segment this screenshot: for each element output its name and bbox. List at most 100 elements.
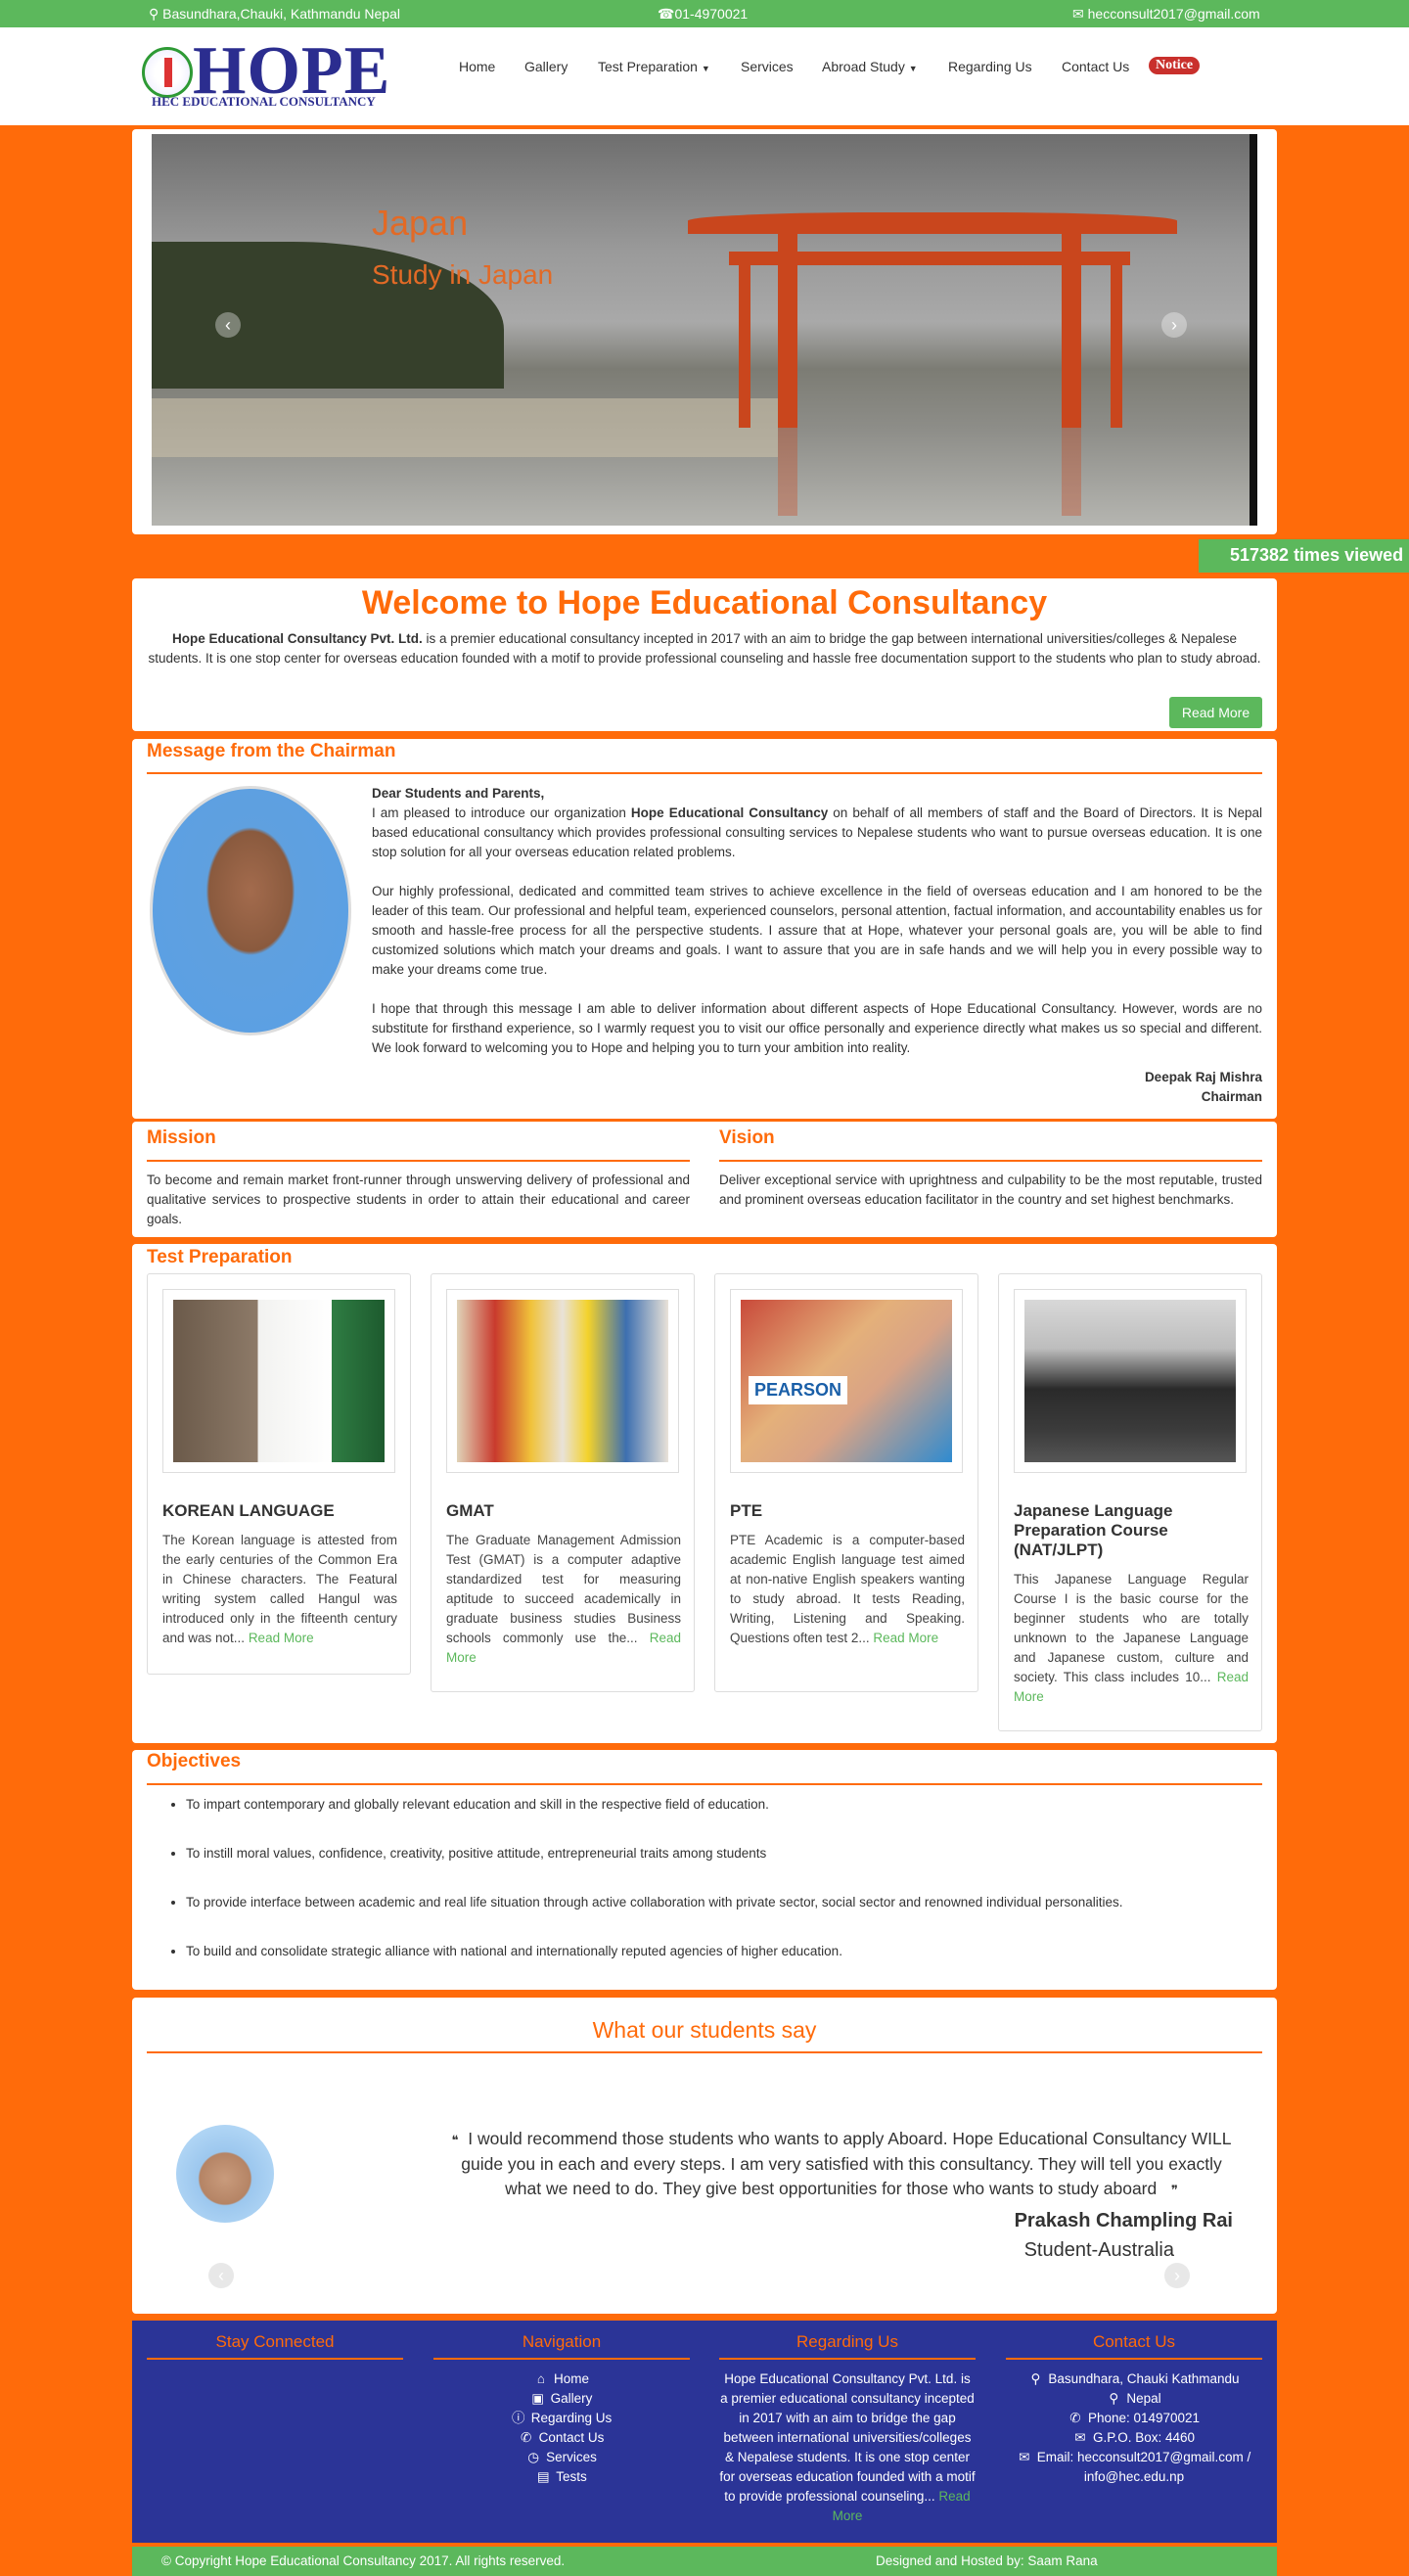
pte-photo: PEARSON	[741, 1300, 952, 1462]
chairman-section: Message from the Chairman Dear Students …	[132, 739, 1277, 1119]
footer-email[interactable]: ✉ Email: hecconsult2017@gmail.com / info@…	[1006, 2448, 1262, 2487]
top-contact-bar: ⚲ Basundhara,Chauki, Kathmandu Nepal ☎01…	[0, 0, 1409, 27]
list-item: To instill moral values, confidence, cre…	[186, 1846, 1252, 1895]
footer-address-text: Basundhara, Chauki Kathmandu	[1048, 2371, 1240, 2386]
divider	[147, 1783, 1262, 1785]
testimonial-next-arrow-icon[interactable]: ›	[1164, 2263, 1190, 2288]
footer-navigation: Navigation ⌂ Home ▣ Gallery ⓘ Regarding Us …	[433, 2332, 690, 2487]
mission-heading: Mission	[147, 1127, 216, 1148]
card-body: This Japanese Language Regular Course I …	[1014, 1572, 1249, 1684]
footer-regarding-text: Hope Educational Consultancy Pvt. Ltd. i…	[719, 2369, 976, 2526]
test-card[interactable]: GMAT The Graduate Management Admission T…	[431, 1273, 695, 1692]
torii-reflection	[1062, 428, 1081, 516]
phone-icon: ✆	[520, 2430, 532, 2445]
divider	[147, 1160, 690, 1162]
slider-prev-arrow-icon[interactable]: ‹	[215, 312, 241, 338]
welcome-section: Welcome to Hope Educational Consultancy …	[132, 578, 1277, 731]
site-header: HOPE HEC EDUCATIONAL CONSULTANCY Home Ga…	[0, 27, 1409, 125]
quote-open-icon: ❝	[451, 2133, 459, 2147]
card-body: The Graduate Management Admission Test (…	[446, 1533, 681, 1645]
chairman-p1a: I am pleased to introduce our organizati…	[372, 805, 631, 820]
welcome-text: Hope Educational Consultancy Pvt. Ltd. i…	[147, 629, 1262, 668]
test-card[interactable]: Japanese Language Preparation Course (NA…	[998, 1273, 1262, 1731]
clock-icon: ◷	[527, 2450, 539, 2464]
footer-link-services[interactable]: ◷ Services	[433, 2448, 690, 2467]
slide-image: Japan Study in Japan ‹ ›	[152, 134, 1257, 526]
site-logo[interactable]: HOPE HEC EDUCATIONAL CONSULTANCY	[142, 37, 406, 110]
topbar-email[interactable]: ✉ hecconsult2017@gmail.com	[1072, 6, 1260, 23]
card-text: The Graduate Management Admission Test (…	[446, 1531, 681, 1668]
card-read-more-link[interactable]: Read More	[249, 1631, 314, 1645]
phone-icon: ☎	[658, 6, 675, 22]
card-body: PTE Academic is a computer-based academi…	[730, 1533, 965, 1645]
torii-gate-shape	[688, 212, 1177, 234]
welcome-read-more-button[interactable]: Read More	[1169, 697, 1262, 728]
nav-abroad-study[interactable]: Abroad Study ▼	[822, 59, 918, 74]
copyright-text: © Copyright Hope Educational Consultancy…	[161, 2553, 566, 2568]
footer-pobox-text: G.P.O. Box: 4460	[1092, 2430, 1196, 2445]
map-marker-icon: ⚲	[149, 6, 159, 22]
nav-services[interactable]: Services	[741, 59, 794, 74]
chairman-photo	[150, 786, 351, 1035]
footer-link-gallery[interactable]: ▣ Gallery	[433, 2389, 690, 2409]
footer-heading: Stay Connected	[147, 2332, 403, 2360]
beach-shape	[152, 398, 778, 457]
footer-link-contact[interactable]: ✆ Contact Us	[433, 2428, 690, 2448]
divider	[147, 772, 1262, 774]
footer-link-label: Contact Us	[538, 2430, 605, 2445]
test-card[interactable]: KOREAN LANGUAGE The Korean language is a…	[147, 1273, 411, 1675]
home-icon: ⌂	[536, 2371, 546, 2386]
chairman-name: Deepak Raj Mishra	[1144, 1070, 1262, 1084]
nav-home[interactable]: Home	[459, 59, 495, 74]
footer-link-tests[interactable]: ▤ Tests	[433, 2467, 690, 2487]
chairman-paragraph-3: I hope that through this message I am ab…	[372, 1001, 1262, 1055]
card-title: PTE	[730, 1501, 763, 1520]
objectives-list: To impart contemporary and globally rele…	[186, 1797, 1252, 1993]
test-card[interactable]: PEARSON PTE PTE Academic is a computer-b…	[714, 1273, 978, 1692]
footer-stay-connected: Stay Connected	[147, 2332, 403, 2369]
footer-heading: Navigation	[433, 2332, 690, 2360]
slider-next-arrow-icon[interactable]: ›	[1161, 312, 1187, 338]
visit-counter: 517382 times viewed	[1199, 539, 1409, 573]
topbar-address: ⚲ Basundhara,Chauki, Kathmandu Nepal	[149, 6, 400, 22]
hero-slider: Japan Study in Japan ‹ ›	[132, 129, 1277, 534]
footer-phone-text: Phone: 014970021	[1087, 2411, 1201, 2425]
nav-regarding-us[interactable]: Regarding Us	[948, 59, 1032, 74]
testimonial-section: What our students say ❝ I would recommen…	[132, 1998, 1277, 2314]
nav-notice-badge[interactable]: Notice	[1149, 57, 1201, 74]
footer-link-label: Gallery	[550, 2391, 593, 2406]
footer-address: ⚲ Basundhara, Chauki Kathmandu	[1006, 2369, 1262, 2389]
nav-test-preparation[interactable]: Test Preparation ▼	[598, 59, 710, 74]
footer-link-label: Regarding Us	[530, 2411, 613, 2425]
chairman-p1b: Hope Educational Consultancy	[630, 805, 829, 820]
testimonial-heading: What our students say	[592, 2017, 817, 2043]
card-title: KOREAN LANGUAGE	[162, 1501, 335, 1520]
card-image-frame: PEARSON	[730, 1289, 963, 1473]
chairman-heading: Message from the Chairman	[147, 741, 396, 761]
footer-link-home[interactable]: ⌂ Home	[433, 2369, 690, 2389]
slide-title: Japan	[372, 203, 469, 243]
nav-contact-us[interactable]: Contact Us	[1062, 59, 1129, 74]
map-marker-icon: ⚲	[1109, 2391, 1119, 2406]
list-item: To provide interface between academic an…	[186, 1895, 1252, 1944]
footer-pobox: ✉ G.P.O. Box: 4460	[1006, 2428, 1262, 2448]
footer-link-regarding[interactable]: ⓘ Regarding Us	[433, 2409, 690, 2428]
chairman-paragraph-2: Our highly professional, dedicated and c…	[372, 884, 1262, 977]
class-group-photo	[1024, 1300, 1236, 1462]
envelope-icon: ✉	[1072, 6, 1084, 22]
footer-regarding: Regarding Us Hope Educational Consultanc…	[719, 2332, 976, 2526]
nav-gallery[interactable]: Gallery	[524, 59, 568, 74]
caret-down-icon: ▼	[701, 64, 710, 73]
card-read-more-link[interactable]: Read More	[873, 1631, 938, 1645]
card-title: Japanese Language Preparation Course (NA…	[1014, 1501, 1173, 1559]
book-icon: ▤	[536, 2469, 550, 2484]
student-role: Student-Australia	[1023, 2239, 1174, 2261]
list-item: To impart contemporary and globally rele…	[186, 1797, 1252, 1846]
pearson-logo: PEARSON	[749, 1376, 848, 1404]
divider	[719, 1160, 1262, 1162]
testimonial-prev-arrow-icon[interactable]: ‹	[208, 2263, 234, 2288]
footer-heading: Contact Us	[1006, 2332, 1262, 2360]
footer-link-label: Services	[546, 2450, 597, 2464]
chairman-message: Dear Students and Parents, I am pleased t…	[372, 784, 1262, 1078]
map-marker-icon: ⚲	[1030, 2371, 1041, 2386]
